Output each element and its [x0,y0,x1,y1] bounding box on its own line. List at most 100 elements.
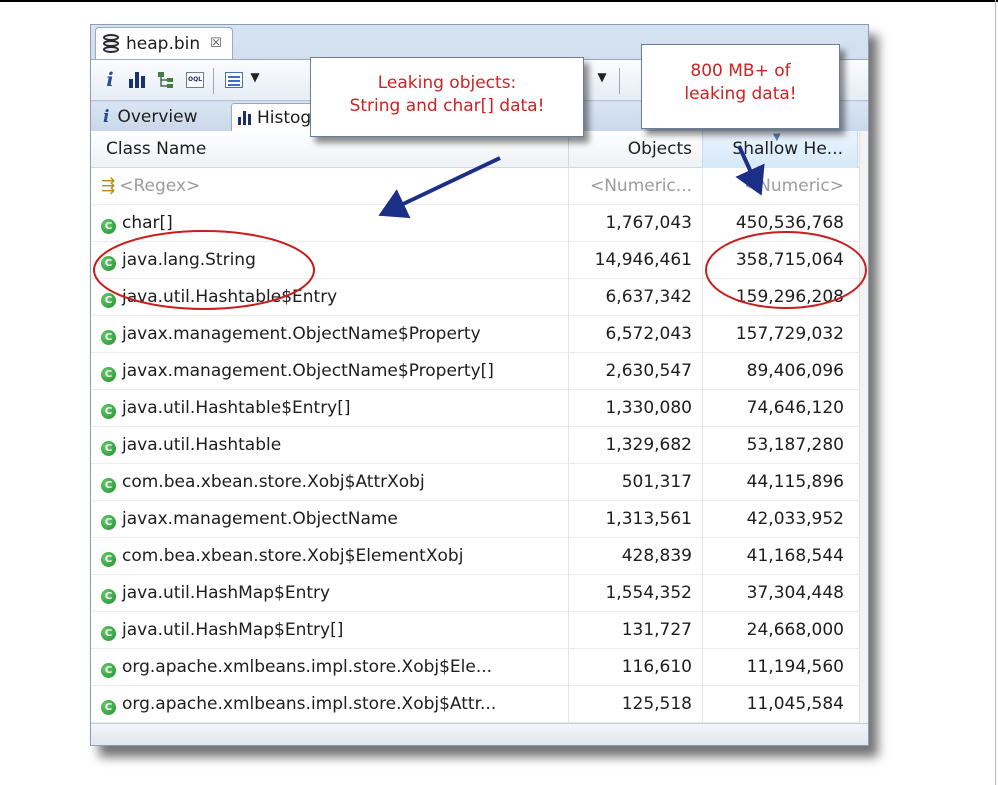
class-icon: C [101,626,116,641]
leaking-size-callout: 800 MB+ of leaking data! [641,44,840,129]
table-row[interactable]: Cjavax.management.ObjectName$Property[] 2… [91,353,868,390]
class-name-text: char[] [122,213,173,233]
shallow-heap-cell: 157,729,032 [735,324,844,344]
objects-cell: 1,554,352 [569,575,703,612]
class-name-text: javax.management.ObjectName$Property [122,324,481,344]
objects-cell: 14,946,461 [569,242,703,279]
table-row[interactable]: Cjava.util.Hashtable 1,329,682 53,187,280 [91,427,868,464]
table-row[interactable]: Cjava.util.HashMap$Entry[] 131,727 24,668,… [91,612,868,649]
table-row[interactable]: Cjava.util.Hashtable$Entry 6,637,342 159,2… [91,279,868,316]
dominator-tree-icon[interactable] [155,68,177,92]
tab-overview[interactable]: i Overview [97,103,229,131]
shallow-heap-cell: 37,304,448 [746,583,844,603]
objects-cell: 116,610 [569,649,703,686]
regex-filter-icon: ⇶ [101,176,116,196]
shallow-heap-cell: 24,668,000 [746,620,844,640]
objects-cell: 501,317 [569,464,703,501]
class-name-filter[interactable]: ⇶ <Regex> [91,168,569,205]
regex-filter-placeholder: <Regex> [119,176,201,196]
shallow-heap-cell: 44,115,896 [746,472,844,492]
objects-cell: 6,637,342 [569,279,703,316]
run-report-icon[interactable] [223,68,245,92]
table-row[interactable]: Cjava.util.HashMap$Entry 1,554,352 37,304,… [91,575,868,612]
histogram-table: Class Name Objects Shallow He... ▼ ⇶ <Reg… [91,131,868,723]
class-name-text: com.bea.xbean.store.Xobj$ElementXobj [122,546,464,566]
table-row[interactable]: Corg.apache.xmlbeans.impl.store.Xobj$Ele… [91,649,868,686]
objects-cell: 1,767,043 [569,205,703,242]
class-name-text: org.apache.xmlbeans.impl.store.Xobj$Attr… [122,694,497,714]
table-row[interactable]: Cjavax.management.ObjectName$Property 6,5… [91,316,868,353]
class-name-cell: Cjava.util.HashMap$Entry[] [91,612,569,649]
shallow-heap-cell: 159,296,208 [735,287,844,307]
toolbar-separator [619,68,620,94]
class-name-text: java.util.Hashtable$Entry[] [122,398,351,418]
table-row[interactable]: Corg.apache.xmlbeans.impl.store.Xobj$Att… [91,686,868,723]
objects-cell: 1,330,080 [569,390,703,427]
table-row[interactable]: Ccom.bea.xbean.store.Xobj$AttrXobj 501,31… [91,464,868,501]
table-row[interactable]: Cjavax.management.ObjectName 1,313,561 42,… [91,501,868,538]
database-icon [102,33,120,55]
class-name-text: com.bea.xbean.store.Xobj$AttrXobj [122,472,425,492]
table-row[interactable]: Cjava.lang.String 14,946,461 358,715,064 [91,242,868,279]
objects-filter[interactable]: <Numeric... [569,168,703,205]
class-icon: C [101,367,116,382]
query-dropdown-icon[interactable]: ▼ [595,70,609,84]
class-name-cell: Cjava.lang.String [91,242,569,279]
class-icon: C [101,293,116,308]
class-name-cell: Cjavax.management.ObjectName$Property[] [91,353,569,390]
class-name-cell: Cjava.util.Hashtable$Entry [91,279,569,316]
objects-cell: 2,630,547 [569,353,703,390]
shallow-heap-cell: 358,715,064 [735,250,844,270]
table-row[interactable]: Cjava.util.Hashtable$Entry[] 1,330,080 74,… [91,390,868,427]
shallow-heap-cell: 11,045,584 [746,694,844,714]
filter-row: ⇶ <Regex> <Numeric... <Numeric> [91,168,868,205]
class-name-cell: Ccom.bea.xbean.store.Xobj$AttrXobj [91,464,569,501]
leaking-objects-callout: Leaking objects: String and char[] data! [310,57,584,137]
class-icon: C [101,256,116,271]
class-icon: C [101,404,116,419]
objects-cell: 125,518 [569,686,703,723]
info-icon: i [103,107,110,127]
shallow-heap-filter[interactable]: <Numeric> [703,168,858,205]
class-name-text: java.util.Hashtable [122,435,282,455]
class-name-cell: Cjava.util.Hashtable [91,427,569,464]
objects-cell: 6,572,043 [569,316,703,353]
class-name-cell: Cjavax.management.ObjectName [91,501,569,538]
shallow-heap-cell: 53,187,280 [746,435,844,455]
column-header-objects[interactable]: Objects [569,131,703,168]
shallow-heap-cell: 450,536,768 [735,213,844,233]
table-row[interactable]: Ccom.bea.xbean.store.Xobj$ElementXobj 428… [91,538,868,575]
class-icon: C [101,589,116,604]
histogram-icon[interactable] [127,68,147,92]
toolbar-separator [213,68,214,94]
top-border-line [0,0,998,2]
vertical-scrollbar[interactable] [859,131,868,723]
class-icon: C [101,330,116,345]
objects-cell: 131,727 [569,612,703,649]
callout-mb-line-1: 800 MB+ of [690,61,791,81]
tab-overview-label: Overview [117,107,198,127]
objects-cell: 1,313,561 [569,501,703,538]
shallow-heap-cell: 74,646,120 [746,398,844,418]
class-icon: C [101,478,116,493]
class-icon: C [101,700,116,715]
oql-icon[interactable]: OQL [185,68,205,92]
class-name-cell: Cjava.util.HashMap$Entry [91,575,569,612]
shallow-heap-cell: 89,406,096 [746,361,844,381]
class-name-text: javax.management.ObjectName [122,509,398,529]
class-name-text: java.util.Hashtable$Entry [122,287,338,307]
table-bottom-edge [91,723,868,745]
callout-mb-line-2: leaking data! [684,84,797,104]
objects-cell: 428,839 [569,538,703,575]
class-name-cell: Ccom.bea.xbean.store.Xobj$ElementXobj [91,538,569,575]
overview-info-icon[interactable]: i [101,68,119,92]
editor-tab-heap-bin[interactable]: heap.bin ☒ [95,27,233,59]
table-row[interactable]: Cchar[] 1,767,043 450,536,768 [91,205,868,242]
close-tab-icon[interactable]: ☒ [210,36,222,51]
callout-leak-line-2: String and char[] data! [349,96,545,116]
class-icon: C [101,663,116,678]
class-icon: C [101,515,116,530]
shallow-heap-cell: 41,168,544 [746,546,844,566]
class-icon: C [101,441,116,456]
report-dropdown-icon[interactable]: ▼ [248,70,262,84]
